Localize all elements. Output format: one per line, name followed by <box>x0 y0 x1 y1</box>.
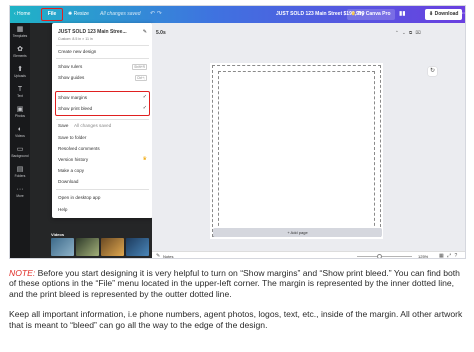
video-thumbnail[interactable] <box>76 238 99 256</box>
menu-save[interactable]: Save <box>58 123 68 128</box>
add-page-button[interactable]: + Add page <box>213 228 382 237</box>
menu-design-title[interactable]: JUST SOLD 123 Main Stree... <box>58 29 127 35</box>
left-rail: ▦ Templates ✿ Elements ⬆ Uploads T Text ▣ Pho… <box>10 23 30 258</box>
rail-label: Folders <box>14 174 26 178</box>
video-thumbnail[interactable] <box>126 238 149 256</box>
undo-redo-icons[interactable]: ↶ ↷ <box>150 9 162 20</box>
menu-divider <box>56 45 149 46</box>
menu-divider <box>56 58 149 59</box>
stats-icon[interactable]: ▮▮ <box>399 9 406 20</box>
caption-paragraph-1: NOTE: Before you start designing it is v… <box>9 268 469 299</box>
bottom-bar: ✎ Notes 125% ▦ ⤢ ? <box>152 251 465 258</box>
caption-text-2: Keep all important information, i.e phon… <box>9 309 463 330</box>
menu-design-size: Custom: 8.5 in × 11 in <box>58 37 93 41</box>
canva-editor-screenshot: ‹ Home File ✺ Resize All changes saved ↶… <box>9 5 466 259</box>
rail-item-uploads[interactable]: ⬆ Uploads <box>10 65 30 83</box>
more-options-icon[interactable]: ··· <box>460 9 465 20</box>
edit-title-icon[interactable]: ✎ <box>143 29 147 35</box>
file-menu: JUST SOLD 123 Main Stree... ✎ Custom: 8.… <box>52 23 153 218</box>
menu-show-rulers[interactable]: Show rulers <box>58 64 82 69</box>
menu-save-to-folder[interactable]: Save to folder <box>58 135 86 140</box>
photos-icon: ▣ <box>16 106 24 113</box>
menu-help[interactable]: Help <box>58 207 67 212</box>
rail-label: Templates <box>12 34 28 38</box>
menu-open-desktop-app[interactable]: Open in desktop app <box>58 195 100 200</box>
refresh-icon[interactable]: ↻ <box>428 67 437 76</box>
try-pro-label: Try Canva Pro <box>356 11 391 17</box>
templates-icon: ▦ <box>16 26 24 33</box>
canvas-area: 5.0s ⌃ ⌄ ⧉ ⌧ ↻ + Add page <box>152 23 465 258</box>
menu-show-guides[interactable]: Show guides <box>58 75 84 80</box>
menu-resolved-comments[interactable]: Resolved comments <box>58 146 100 151</box>
margins-bleed-highlight <box>55 91 150 116</box>
file-menu-button[interactable]: File <box>41 8 63 21</box>
upload-icon: ⬆ <box>17 66 23 73</box>
crown-icon: ♛ <box>142 156 147 162</box>
notes-button[interactable]: Notes <box>163 254 173 258</box>
folder-icon: ▤ <box>16 166 24 173</box>
rail-item-videos[interactable]: ◐ Videos <box>10 125 30 143</box>
menu-download[interactable]: Download <box>58 179 78 184</box>
rail-label: Photos <box>15 114 25 118</box>
top-bar: ‹ Home File ✺ Resize All changes saved ↶… <box>10 6 465 23</box>
crown-icon: ♛ <box>351 11 356 17</box>
rail-label: Text <box>17 94 23 98</box>
rail-item-background[interactable]: ▭ Background <box>10 145 30 163</box>
rail-item-more[interactable]: ··· More <box>10 185 30 203</box>
videos-section-label: Videos <box>51 232 65 237</box>
rail-label: Uploads <box>14 74 26 78</box>
design-page[interactable] <box>210 63 383 239</box>
menu-version-history[interactable]: Version history <box>58 157 88 162</box>
rail-item-text[interactable]: T Text <box>10 85 30 103</box>
page-tools-icons[interactable]: ⌃ ⌄ ⧉ ⌧ <box>395 30 422 36</box>
menu-save-status: All changes saved <box>74 123 112 128</box>
try-pro-button[interactable]: ♛ Try Canva Pro <box>347 9 395 20</box>
rail-label: Background <box>11 154 29 158</box>
rail-item-elements[interactable]: ✿ Elements <box>10 45 30 63</box>
caption-paragraph-2: Keep all important information, i.e phon… <box>9 309 469 330</box>
download-button[interactable]: ⬇ Download <box>425 9 463 20</box>
notes-icon[interactable]: ✎ <box>156 253 160 258</box>
rail-item-templates[interactable]: ▦ Templates <box>10 25 30 43</box>
home-button[interactable]: ‹ Home <box>14 9 30 20</box>
view-controls-icons[interactable]: ▦ ⤢ ? <box>439 253 458 258</box>
menu-create-new-design[interactable]: Create new design <box>58 49 96 54</box>
background-icon: ▭ <box>16 146 24 153</box>
text-icon: T <box>17 86 23 93</box>
menu-divider <box>56 119 149 120</box>
more-icon: ··· <box>16 186 24 193</box>
zoom-slider-handle[interactable] <box>376 254 382 258</box>
video-thumbnail[interactable] <box>51 238 74 256</box>
videos-icon: ◐ <box>17 126 23 133</box>
video-thumbnail[interactable] <box>101 238 124 256</box>
guides-shortcut: Ctrl+; <box>135 75 147 81</box>
instruction-caption: NOTE: Before you start designing it is v… <box>9 268 469 340</box>
resize-button[interactable]: ✺ Resize <box>68 9 89 20</box>
rail-item-folders[interactable]: ▤ Folders <box>10 165 30 183</box>
caption-text-1: Before you start designing it is very he… <box>9 268 460 299</box>
menu-divider <box>56 189 149 190</box>
zoom-slider[interactable] <box>357 254 412 258</box>
elements-icon: ✿ <box>17 46 23 53</box>
rulers-shortcut: Shift+R <box>132 64 147 70</box>
zoom-level[interactable]: 125% <box>418 254 428 258</box>
note-label: NOTE: <box>9 268 36 278</box>
margin-line <box>218 71 375 231</box>
rail-item-photos[interactable]: ▣ Photos <box>10 105 30 123</box>
rail-label: Elements <box>13 54 27 58</box>
page-duration[interactable]: 5.0s <box>156 30 166 36</box>
save-status: All changes saved <box>100 11 141 17</box>
rail-label: Videos <box>15 134 25 138</box>
menu-make-a-copy[interactable]: Make a copy <box>58 168 84 173</box>
rail-label: More <box>16 194 24 198</box>
